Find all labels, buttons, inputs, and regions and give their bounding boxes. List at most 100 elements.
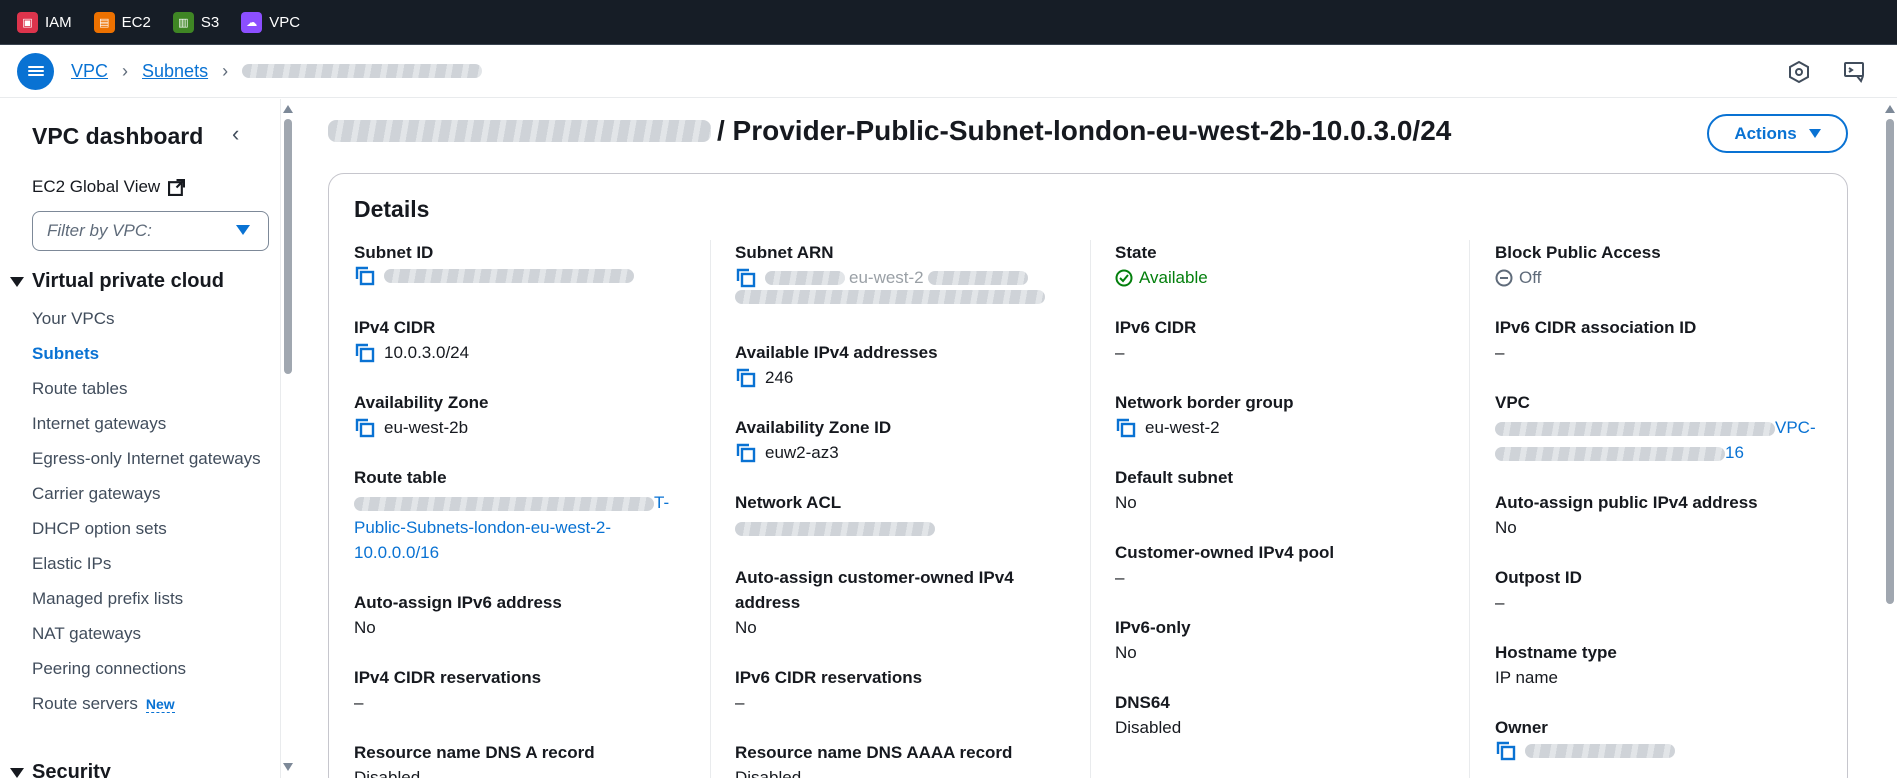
service-s3[interactable]: ▥ S3: [172, 11, 219, 33]
breadcrumb-subnets[interactable]: Subnets: [142, 61, 208, 82]
copy-icon[interactable]: [354, 265, 376, 287]
field-label: Subnet ID: [354, 243, 434, 262]
field-label: IPv6 CIDR: [1115, 318, 1197, 337]
vpc-icon: ☁: [241, 11, 263, 33]
sidebar-item-subnets[interactable]: Subnets: [32, 342, 272, 366]
sidebar-item-route-tables[interactable]: Route tables: [32, 377, 272, 401]
copy-icon[interactable]: [354, 342, 376, 364]
sidebar-item-elastic-ips[interactable]: Elastic IPs: [32, 552, 272, 576]
field-label: IPv4 CIDR reservations: [354, 668, 542, 687]
section-security[interactable]: Security: [10, 761, 111, 778]
route-table-redacted: [354, 496, 654, 511]
service-ec2[interactable]: ▤ EC2: [93, 11, 151, 33]
sidebar-item-your-vpcs[interactable]: Your VPCs: [32, 307, 272, 331]
breadcrumb-vpc[interactable]: VPC: [71, 61, 108, 82]
field-network-acl: Network ACL: [735, 490, 1075, 540]
copy-icon[interactable]: [1495, 740, 1517, 762]
sidebar-item-dhcp-option-sets[interactable]: DHCP option sets: [32, 517, 272, 541]
section-virtual-private-cloud[interactable]: Virtual private cloud: [10, 270, 224, 293]
copy-icon[interactable]: [735, 367, 757, 389]
new-badge: New: [145, 696, 175, 713]
vpc-link[interactable]: VPC- 16: [1495, 415, 1835, 465]
field-default-subnet: Default subnet No: [1115, 465, 1455, 515]
ec2-global-view-link[interactable]: EC2 Global View: [32, 177, 186, 197]
vpc-redacted: [1495, 421, 1775, 436]
service-bar: ▣ IAM ▤ EC2 ▥ S3 ☁ VPC: [0, 0, 1897, 45]
filter-by-vpc-select[interactable]: Filter by VPC:: [32, 211, 269, 251]
minus-circle-icon: [1495, 269, 1513, 286]
label-line2: address: [735, 593, 801, 612]
scroll-up-icon[interactable]: [1885, 105, 1895, 113]
field-value: No: [1115, 493, 1137, 512]
field-subnet-arn: Subnet ARN eu-west-2: [735, 240, 1075, 304]
field-label: Auto-assign customer-owned IPv4 address: [735, 565, 1075, 615]
actions-button[interactable]: Actions: [1707, 114, 1848, 153]
route-table-line2: Public-Subnets-london-eu-west-2-: [354, 518, 612, 537]
ec2-global-view-label: EC2 Global View: [32, 177, 161, 196]
scrollbar-thumb[interactable]: [1886, 119, 1894, 604]
main-scrollbar[interactable]: [1883, 99, 1897, 778]
field-value: No: [1115, 643, 1137, 662]
status-off: Off: [1495, 265, 1835, 290]
field-value: eu-west-2: [1115, 415, 1455, 440]
scroll-up-icon[interactable]: [283, 105, 293, 113]
details-title: Details: [354, 196, 430, 222]
field-value: No: [1495, 518, 1517, 537]
network-acl-redacted: [735, 521, 935, 536]
field-value: –: [1495, 593, 1505, 612]
sidebar-item-label: Route servers: [32, 694, 138, 713]
feedback-icon[interactable]: [1843, 60, 1867, 84]
label-line1: Auto-assign customer-owned IPv4: [735, 568, 1014, 587]
scrollbar-thumb[interactable]: [284, 119, 292, 374]
field-owner: Owner: [1495, 715, 1835, 762]
field-label: Availability Zone ID: [735, 418, 892, 437]
field-ipv6-cidr: IPv6 CIDR –: [1115, 315, 1455, 365]
sidebar-item-peering-connections[interactable]: Peering connections: [32, 657, 272, 681]
copy-icon[interactable]: [735, 267, 757, 289]
field-label: Auto-assign IPv6 address: [354, 593, 562, 612]
field-value: 10.0.3.0/24: [354, 340, 694, 365]
state-value: Available: [1139, 268, 1208, 287]
chevron-right-icon: ›: [122, 60, 129, 81]
sidebar-item-managed-prefix-lists[interactable]: Managed prefix lists: [32, 587, 272, 611]
sidebar-item-carrier-gateways[interactable]: Carrier gateways: [32, 482, 272, 506]
route-table-link[interactable]: T- Public-Subnets-london-eu-west-2- 10.0…: [354, 490, 694, 565]
collapse-sidebar-icon[interactable]: ‹: [232, 121, 239, 147]
copy-icon[interactable]: [735, 442, 757, 464]
sidebar-item-route-servers[interactable]: Route servers New: [32, 692, 272, 716]
field-value: 246: [735, 365, 1075, 390]
field-value: Disabled: [1115, 718, 1182, 737]
field-coip-pool: Customer-owned IPv4 pool –: [1115, 540, 1455, 590]
external-link-icon: [168, 178, 186, 196]
sidebar-item-internet-gateways[interactable]: Internet gateways: [32, 412, 272, 436]
nbg-value: eu-west-2: [1145, 418, 1220, 437]
field-dns-a-record: Resource name DNS A record Disabled: [354, 740, 694, 778]
caret-down-icon: [236, 225, 250, 235]
arn-line2: [735, 290, 1075, 304]
copy-icon[interactable]: [1115, 417, 1137, 439]
sidebar-item-nat-gateways[interactable]: NAT gateways: [32, 622, 272, 646]
column-divider: [710, 240, 711, 778]
field-auto-assign-public-ipv4: Auto-assign public IPv4 address No: [1495, 490, 1835, 540]
sidebar-scrollbar[interactable]: [281, 99, 295, 778]
network-acl-link[interactable]: [735, 515, 1075, 540]
field-label: Auto-assign public IPv4 address: [1495, 493, 1758, 512]
chevron-right-icon: ›: [222, 60, 229, 81]
section-label: Virtual private cloud: [32, 270, 224, 292]
copy-icon[interactable]: [354, 417, 376, 439]
sidebar-items: Your VPCs Subnets Route tables Internet …: [32, 307, 272, 727]
sidebar-title[interactable]: VPC dashboard: [32, 123, 203, 150]
check-circle-icon: [1115, 269, 1133, 286]
scroll-down-icon[interactable]: [283, 763, 293, 771]
caret-down-icon: [10, 767, 24, 778]
menu-button[interactable]: [17, 52, 54, 90]
sidebar-item-egress-only-gateways[interactable]: Egress-only Internet gateways: [32, 447, 272, 471]
field-ipv6-cidr-reservations: IPv6 CIDR reservations –: [735, 665, 1075, 715]
service-vpc[interactable]: ☁ VPC: [241, 11, 300, 33]
service-iam[interactable]: ▣ IAM: [17, 11, 72, 33]
field-label: Subnet ARN: [735, 243, 834, 262]
cloudshell-hexagon-icon[interactable]: [1787, 60, 1811, 84]
field-dns-aaaa-record: Resource name DNS AAAA record Disabled: [735, 740, 1075, 778]
field-label: Owner: [1495, 718, 1548, 737]
caret-down-icon: [10, 276, 24, 287]
